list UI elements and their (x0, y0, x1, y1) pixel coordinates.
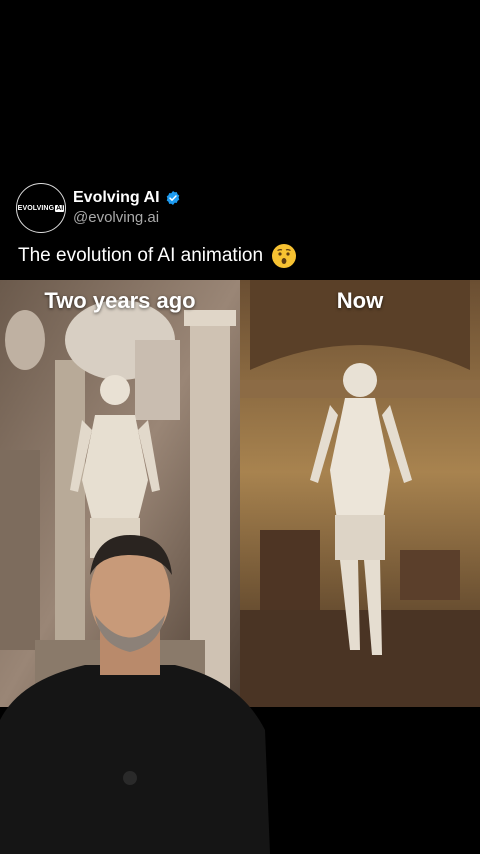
post-caption: The evolution of AI animation (18, 245, 264, 266)
presenter-overlay (0, 535, 270, 854)
avatar-logo: EVOLVING AI (17, 204, 65, 212)
hushed-face-emoji-icon (272, 244, 297, 268)
right-panel-label: Now (336, 288, 384, 313)
name-row: Evolving AI (73, 189, 181, 207)
post-text: The evolution of AI animation (18, 243, 297, 269)
verified-badge-icon (166, 191, 179, 205)
post-header: EVOLVING AI Evolving AI @evolving.ai (16, 183, 464, 233)
avatar[interactable]: EVOLVING AI (16, 183, 66, 233)
user-handle[interactable]: @evolving.ai (73, 209, 159, 226)
display-name[interactable]: Evolving AI (73, 189, 160, 207)
left-panel-label: Two years ago (44, 288, 196, 313)
